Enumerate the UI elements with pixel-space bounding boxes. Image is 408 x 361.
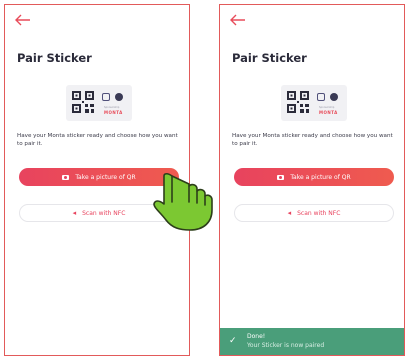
page-title: Pair Sticker: [17, 51, 92, 65]
take-picture-qr-label: Take a picture of QR: [290, 173, 351, 181]
sticker-illustration: Sponsorship MONTA: [66, 85, 132, 121]
success-toast: ✓ Done! Your Sticker is now paired: [220, 328, 404, 355]
take-picture-qr-button[interactable]: Take a picture of QR: [234, 168, 394, 186]
back-arrow-icon[interactable]: [15, 14, 31, 26]
camera-icon: [277, 174, 285, 180]
sticker-brand: MONTA: [319, 110, 338, 115]
sticker-subtext: Sponsorship: [319, 106, 335, 109]
qr-code-icon: [287, 91, 309, 113]
sticker-subtext: Sponsorship: [104, 106, 120, 109]
camera-icon: [62, 174, 70, 180]
nfc-chip-icon: [102, 93, 110, 101]
scan-nfc-button[interactable]: ◂ Scan with NFC: [234, 204, 394, 222]
qr-code-icon: [72, 91, 94, 113]
phone-screen-after: Pair Sticker Sponsorship MONTA Have your…: [219, 4, 405, 356]
page-title: Pair Sticker: [232, 51, 307, 65]
description-text: Have your Monta sticker ready and choose…: [232, 133, 393, 147]
sticker-dot-icon: [115, 93, 123, 101]
sticker-illustration: Sponsorship MONTA: [281, 85, 347, 121]
nfc-icon: ◂: [72, 209, 77, 217]
check-icon: ✓: [229, 336, 237, 346]
toast-message: Your Sticker is now paired: [247, 342, 325, 349]
pointing-hand-icon: [153, 172, 213, 231]
nfc-icon: ◂: [287, 209, 292, 217]
toast-title: Done!: [247, 333, 266, 340]
description-text: Have your Monta sticker ready and choose…: [17, 133, 178, 147]
nfc-chip-icon: [317, 93, 325, 101]
take-picture-qr-label: Take a picture of QR: [75, 173, 136, 181]
sticker-brand: MONTA: [104, 110, 123, 115]
scan-nfc-label: Scan with NFC: [82, 209, 126, 217]
back-arrow-icon[interactable]: [230, 14, 246, 26]
scan-nfc-label: Scan with NFC: [297, 209, 341, 217]
sticker-dot-icon: [330, 93, 338, 101]
